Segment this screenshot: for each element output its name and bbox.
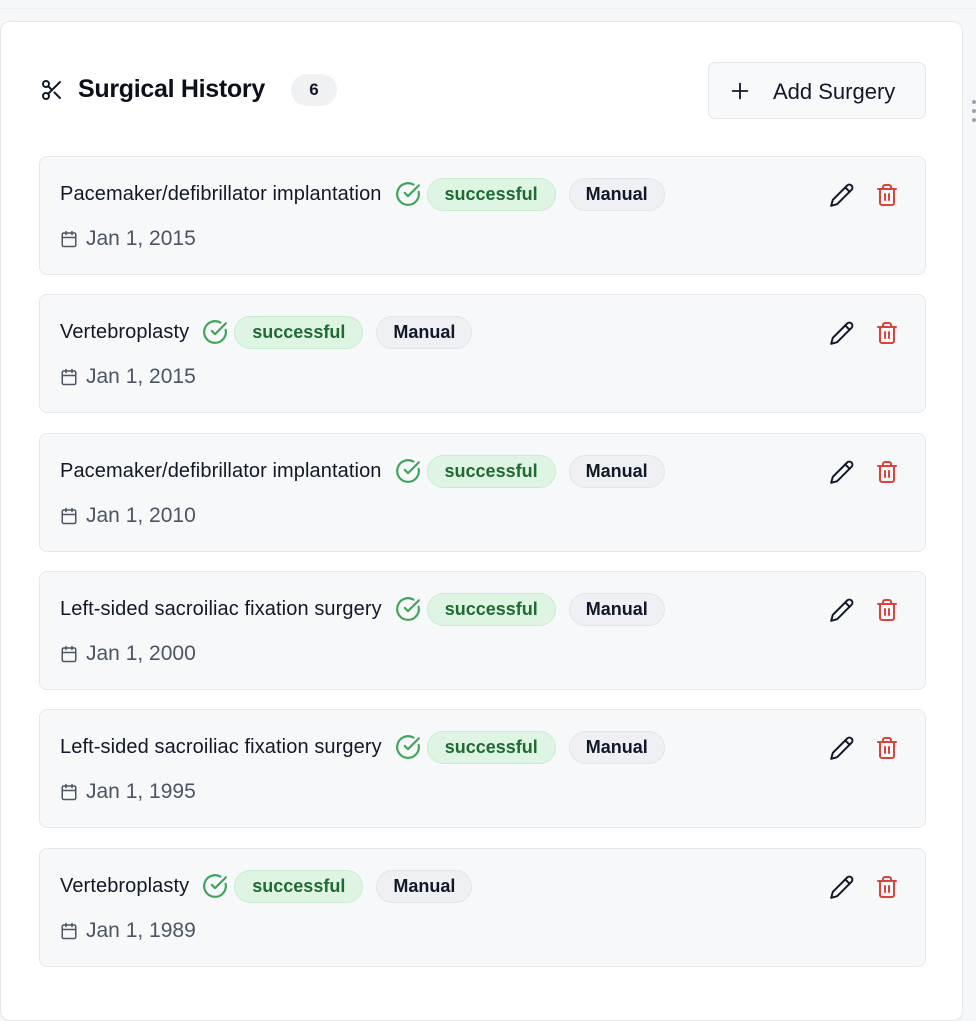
procedure-name: Left-sided sacroiliac fixation surgery bbox=[60, 735, 382, 758]
surgery-date: Jan 1, 2015 bbox=[86, 365, 196, 388]
panel-header: Surgical History 6 Add Surgery bbox=[40, 62, 926, 119]
status-badge: successful bbox=[426, 454, 556, 488]
date-row: Jan 1, 1989 bbox=[60, 917, 196, 945]
edit-pencil-icon[interactable] bbox=[829, 874, 855, 900]
status-badge: successful bbox=[426, 730, 556, 764]
procedure-name: Pacemaker/defibrillator implantation bbox=[60, 182, 382, 205]
trash-icon[interactable] bbox=[875, 321, 899, 345]
surgery-header-row: Vertebroplasty successful Manual bbox=[60, 869, 473, 903]
surgery-date: Jan 1, 1995 bbox=[86, 780, 196, 803]
source-badge: Manual bbox=[568, 454, 665, 488]
calendar-icon bbox=[61, 230, 77, 248]
trash-icon[interactable] bbox=[875, 875, 899, 899]
check-circle-icon bbox=[395, 597, 420, 621]
surgery-date: Jan 1, 2015 bbox=[86, 227, 196, 250]
source-badge: Manual bbox=[568, 730, 665, 764]
procedure-name: Left-sided sacroiliac fixation surgery bbox=[60, 597, 382, 620]
source-badge: Manual bbox=[568, 592, 665, 626]
procedure-name: Pacemaker/defibrillator implantation bbox=[60, 459, 382, 482]
surgery-header-row: Left-sided sacroiliac fixation surgery s… bbox=[60, 730, 665, 764]
source-badge: Manual bbox=[376, 869, 473, 903]
status-badge: successful bbox=[234, 869, 364, 903]
date-row: Jan 1, 2000 bbox=[60, 640, 196, 668]
status-badge: successful bbox=[234, 315, 364, 349]
surgery-card: Left-sided sacroiliac fixation surgery s… bbox=[39, 709, 926, 828]
grip-dot bbox=[972, 109, 976, 113]
surgery-count-badge: 6 bbox=[291, 74, 337, 106]
edit-pencil-icon[interactable] bbox=[829, 597, 855, 623]
drag-handle-icon[interactable] bbox=[970, 100, 976, 124]
edit-pencil-icon[interactable] bbox=[829, 182, 855, 208]
calendar-icon bbox=[61, 368, 77, 386]
date-row: Jan 1, 2010 bbox=[60, 502, 196, 530]
procedure-name: Vertebroplasty bbox=[60, 874, 190, 897]
surgery-card: Vertebroplasty successful Manual Jan 1, … bbox=[39, 848, 926, 967]
status-badge: successful bbox=[426, 177, 556, 211]
top-strip bbox=[0, 0, 976, 9]
calendar-icon bbox=[61, 507, 77, 525]
check-circle-icon bbox=[203, 874, 228, 898]
trash-icon[interactable] bbox=[875, 598, 899, 622]
trash-icon[interactable] bbox=[875, 460, 899, 484]
date-row: Jan 1, 1995 bbox=[60, 778, 196, 806]
surgery-header-row: Pacemaker/defibrillator implantation suc… bbox=[60, 454, 665, 488]
surgery-card: Pacemaker/defibrillator implantation suc… bbox=[39, 156, 926, 275]
status-badge: successful bbox=[426, 592, 556, 626]
grip-dot bbox=[972, 100, 976, 104]
date-row: Jan 1, 2015 bbox=[60, 225, 196, 253]
calendar-icon bbox=[61, 783, 77, 801]
procedure-name: Vertebroplasty bbox=[60, 320, 190, 343]
page-title: Surgical History bbox=[78, 75, 265, 103]
check-circle-icon bbox=[395, 459, 420, 483]
edit-pencil-icon[interactable] bbox=[829, 320, 855, 346]
add-surgery-label: Add Surgery bbox=[773, 79, 896, 104]
surgery-date: Jan 1, 2010 bbox=[86, 504, 196, 527]
surgery-card: Vertebroplasty successful Manual Jan 1, … bbox=[39, 294, 926, 413]
source-badge: Manual bbox=[376, 315, 473, 349]
surgery-date: Jan 1, 1989 bbox=[86, 919, 196, 942]
surgery-header-row: Left-sided sacroiliac fixation surgery s… bbox=[60, 592, 665, 626]
surgery-header-row: Vertebroplasty successful Manual bbox=[60, 315, 473, 349]
edit-pencil-icon[interactable] bbox=[829, 459, 855, 485]
edit-pencil-icon[interactable] bbox=[829, 735, 855, 761]
surgery-card: Left-sided sacroiliac fixation surgery s… bbox=[39, 571, 926, 690]
date-row: Jan 1, 2015 bbox=[60, 363, 196, 391]
surgery-date: Jan 1, 2000 bbox=[86, 642, 196, 665]
check-circle-icon bbox=[395, 182, 420, 206]
scissors-icon bbox=[42, 80, 61, 100]
surgery-card: Pacemaker/defibrillator implantation suc… bbox=[39, 433, 926, 552]
trash-icon[interactable] bbox=[875, 183, 899, 207]
calendar-icon bbox=[61, 645, 77, 663]
surgery-header-row: Pacemaker/defibrillator implantation suc… bbox=[60, 177, 665, 211]
trash-icon[interactable] bbox=[875, 736, 899, 760]
add-surgery-button[interactable]: Add Surgery bbox=[708, 62, 926, 119]
grip-dot bbox=[972, 118, 976, 122]
source-badge: Manual bbox=[568, 177, 665, 211]
check-circle-icon bbox=[203, 320, 228, 344]
calendar-icon bbox=[61, 922, 77, 940]
check-circle-icon bbox=[395, 735, 420, 759]
plus-icon bbox=[731, 82, 749, 100]
